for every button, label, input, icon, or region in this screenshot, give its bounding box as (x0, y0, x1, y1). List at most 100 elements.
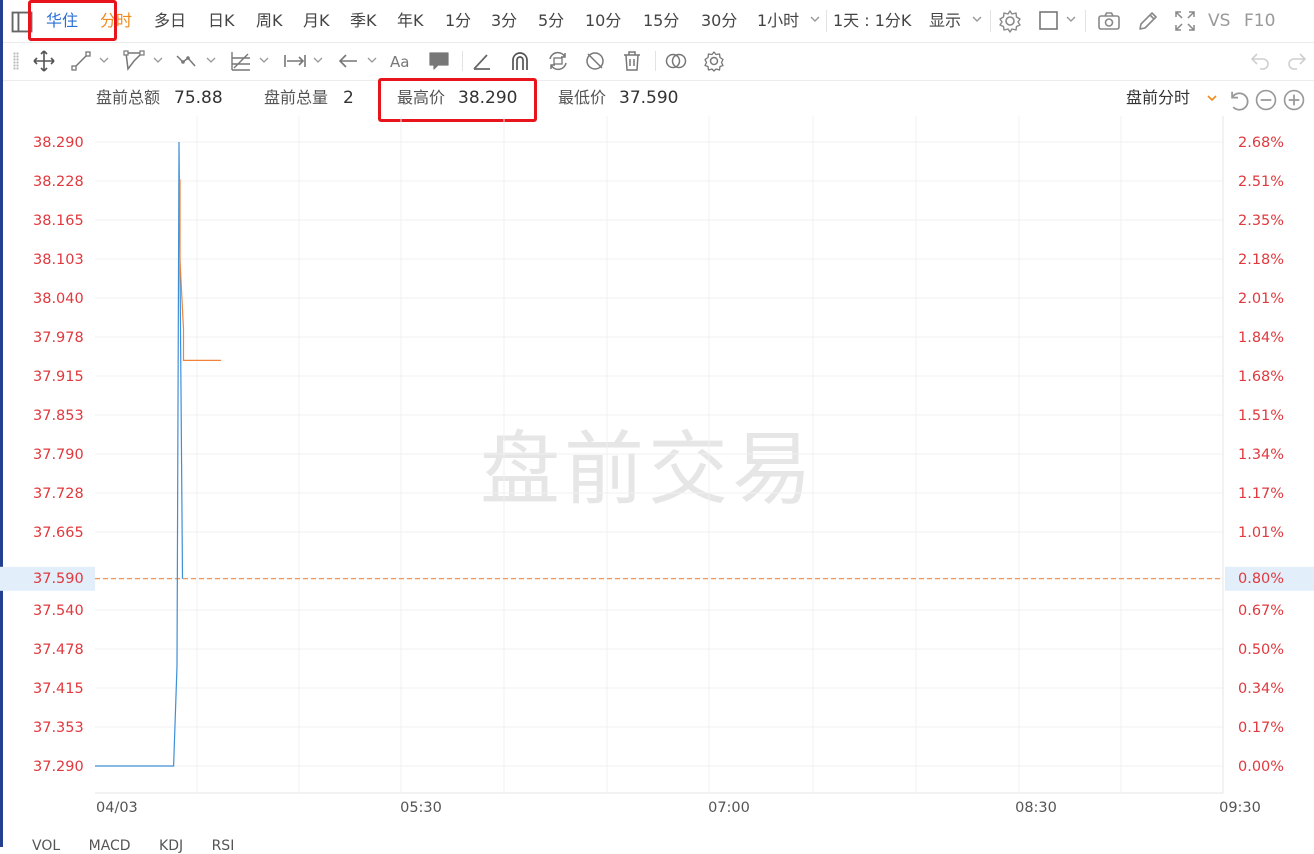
trash-icon[interactable] (620, 49, 644, 73)
fibonacci-icon[interactable] (229, 49, 253, 73)
chevron-down-icon[interactable] (99, 55, 109, 65)
trendline-icon[interactable] (69, 49, 93, 73)
y-axis-right-tick: 2.01% (1238, 291, 1284, 307)
pencil-icon[interactable] (1135, 8, 1161, 34)
y-axis-right-tick: 1.01% (1238, 525, 1284, 541)
toolbar-divider (826, 10, 827, 32)
chevron-down-icon[interactable] (1065, 13, 1077, 25)
tab-rsi[interactable]: RSI (212, 838, 235, 854)
zoom-out-icon[interactable] (1253, 87, 1277, 111)
y-axis-right-tick: 0.67% (1238, 603, 1284, 619)
toolbar-divider (462, 51, 463, 71)
chevron-down-icon[interactable] (971, 13, 983, 25)
y-axis-left-tick: 37.353 (33, 720, 84, 736)
y-axis-right-tick: 2.68% (1238, 135, 1284, 151)
chevron-down-icon[interactable] (259, 55, 269, 65)
fullscreen-icon[interactable] (1172, 8, 1198, 34)
drawing-toolbar: Aa (3, 42, 1314, 81)
tab-vol[interactable]: VOL (32, 838, 60, 854)
y-axis-left-tick: 37.478 (33, 642, 84, 658)
tab-5min[interactable]: 5分 (538, 10, 564, 32)
wave-pattern-icon[interactable] (175, 49, 199, 73)
stock-name[interactable]: 华住 (46, 10, 78, 32)
move-icon[interactable] (32, 49, 56, 73)
arrow-left-icon[interactable] (336, 49, 360, 73)
vs-button[interactable]: VS (1208, 10, 1230, 32)
reset-icon[interactable] (1225, 87, 1249, 111)
tab-intraday[interactable]: 分时 (100, 10, 132, 32)
y-axis-right-tick: 0.34% (1238, 681, 1284, 697)
layout-square-icon[interactable] (1036, 8, 1062, 34)
intraday-chart[interactable]: 38.290 38.228 38.165 38.103 38.040 37.978 37.9… (0, 116, 1314, 838)
display-menu[interactable]: 显示 (929, 10, 961, 32)
zoom-in-icon[interactable] (1281, 87, 1305, 111)
session-select[interactable]: 盘前分时 (1126, 87, 1190, 109)
y-axis-right-tick: 1.68% (1238, 369, 1284, 385)
undo-icon[interactable] (1248, 49, 1272, 73)
y-axis-right-tick: 1.17% (1238, 486, 1284, 502)
premarket-volume-value: 2 (343, 88, 354, 108)
redo-icon[interactable] (1285, 49, 1309, 73)
chevron-down-icon[interactable] (1206, 92, 1218, 104)
tab-30min[interactable]: 30分 (701, 10, 737, 32)
toolbar-divider (655, 51, 656, 71)
tab-macd[interactable]: MACD (89, 838, 131, 854)
toolbar-divider (1085, 10, 1086, 32)
period-select[interactable]: 1天 : 1分K (833, 10, 911, 32)
tab-yearly-k[interactable]: 年K (397, 10, 424, 32)
y-axis-right-tick: 1.34% (1238, 447, 1284, 463)
tab-daily-k[interactable]: 日K (208, 10, 235, 32)
y-axis-right-tick: 2.18% (1238, 252, 1284, 268)
y-axis-left-tick: 37.728 (33, 486, 84, 502)
compare-icon[interactable] (664, 49, 688, 73)
tab-multi-day[interactable]: 多日 (154, 10, 186, 32)
drag-handle-icon[interactable] (13, 52, 19, 70)
y-axis-left-tick: 38.040 (33, 291, 84, 307)
sync-drawings-icon[interactable] (546, 49, 570, 73)
f10-button[interactable]: F10 (1244, 10, 1275, 32)
text-tool-icon[interactable]: Aa (389, 49, 413, 73)
tab-15min[interactable]: 15分 (643, 10, 679, 32)
gear-icon[interactable] (997, 8, 1023, 34)
angle-icon[interactable] (470, 49, 494, 73)
premarket-volume-label: 盘前总量 (264, 88, 329, 107)
measure-range-icon[interactable] (283, 49, 307, 73)
tab-10min[interactable]: 10分 (585, 10, 621, 32)
y-axis-right-tick: 0.50% (1238, 642, 1284, 658)
tab-1min[interactable]: 1分 (445, 10, 471, 32)
chevron-down-icon[interactable] (153, 55, 163, 65)
chevron-down-icon[interactable] (313, 55, 323, 65)
period-toolbar: 华住 分时 多日 日K 周K 月K 季K 年K 1分 3分 5分 10分 15分… (3, 0, 1314, 43)
polygon-icon[interactable] (122, 49, 146, 73)
toolbar-divider (990, 10, 991, 32)
y-axis-left-tick: 37.978 (33, 330, 84, 346)
indicator-tabs: VOL MACD KDJ RSI (32, 838, 258, 854)
y-axis-left-tick: 38.165 (33, 213, 84, 229)
high-price-label: 最高价 (397, 88, 446, 107)
gear-icon[interactable] (702, 49, 726, 73)
premarket-info-row: 盘前总额 75.88 盘前总量 2 最高价 38.290 最低价 37.590 … (3, 80, 1314, 116)
tab-quarterly-k[interactable]: 季K (350, 10, 377, 32)
hide-drawings-icon[interactable] (583, 49, 607, 73)
sidebar-toggle-icon[interactable] (9, 9, 33, 33)
y-axis-left-tick: 37.853 (33, 408, 84, 424)
tab-weekly-k[interactable]: 周K (256, 10, 283, 32)
y-axis-left-tick: 37.540 (33, 603, 84, 619)
x-axis-tick: 08:30 (1015, 800, 1057, 816)
tab-1hour[interactable]: 1小时 (757, 10, 799, 32)
y-axis-right-tick: 1.51% (1238, 408, 1284, 424)
chevron-down-icon[interactable] (809, 13, 821, 25)
chevron-down-icon[interactable] (367, 55, 377, 65)
comment-icon[interactable] (427, 49, 451, 73)
magnet-icon[interactable] (508, 49, 532, 73)
tab-monthly-k[interactable]: 月K (303, 10, 330, 32)
y-axis-right-tick: 2.51% (1238, 174, 1284, 190)
y-axis-left-tick: 38.103 (33, 252, 84, 268)
chevron-down-icon[interactable] (206, 55, 216, 65)
y-axis-right-tick: 0.17% (1238, 720, 1284, 736)
low-price-label: 最低价 (558, 88, 607, 107)
tab-3min[interactable]: 3分 (491, 10, 517, 32)
average-price-line-series (179, 179, 222, 361)
tab-kdj[interactable]: KDJ (159, 838, 183, 854)
camera-icon[interactable] (1096, 8, 1122, 34)
